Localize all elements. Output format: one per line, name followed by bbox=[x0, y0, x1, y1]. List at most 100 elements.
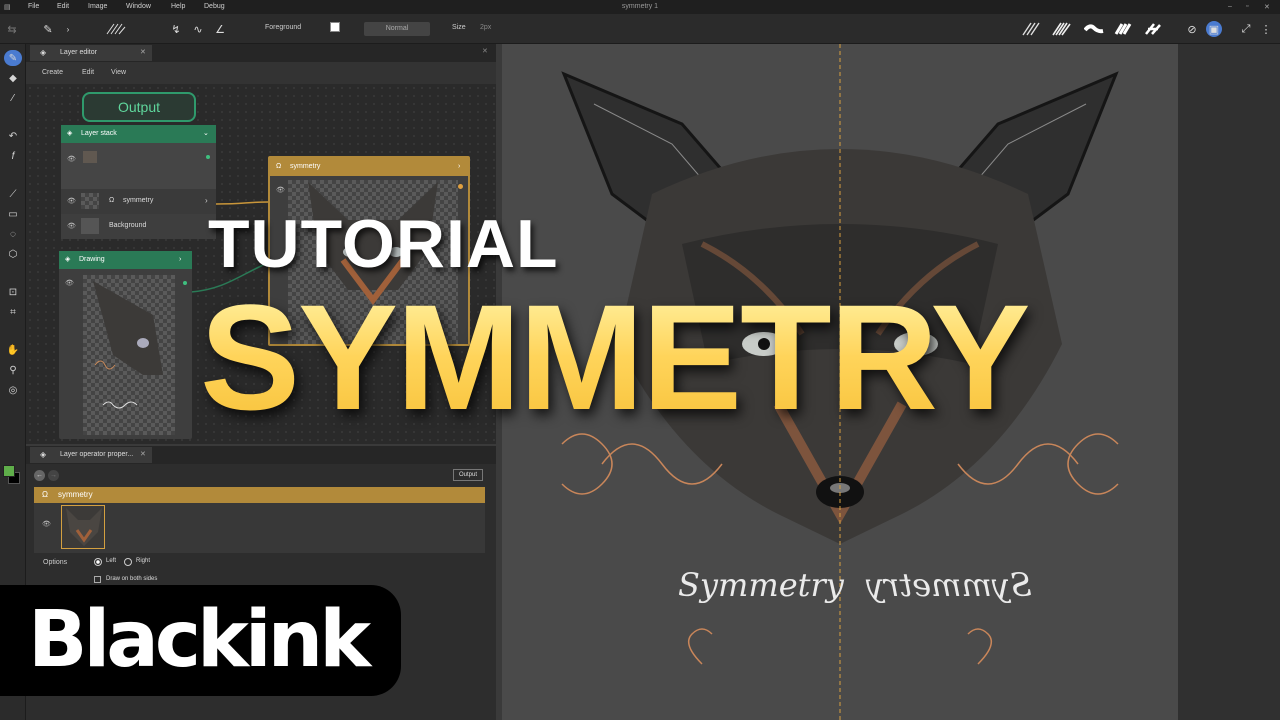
app-icon[interactable]: ▤ bbox=[4, 3, 11, 11]
minimize-icon[interactable]: – bbox=[1228, 3, 1232, 10]
maximize-icon[interactable]: ▫ bbox=[1246, 3, 1248, 10]
forward-icon[interactable]: → bbox=[48, 470, 59, 481]
back-icon[interactable]: ← bbox=[34, 470, 45, 481]
radio-right-label: Right bbox=[136, 558, 151, 564]
script-text-mirrored: Symmetry bbox=[866, 566, 1032, 604]
chevron-right-icon[interactable]: › bbox=[458, 158, 460, 176]
brush-preset-icon[interactable] bbox=[106, 21, 126, 37]
drawing-node[interactable]: ◈ Drawing › 👁 bbox=[59, 251, 192, 439]
eye-icon[interactable]: 👁 bbox=[67, 197, 76, 205]
layer-stack-top-area: 👁 bbox=[61, 143, 216, 189]
eye-icon[interactable]: 👁 bbox=[67, 222, 76, 230]
foreground-color-swatch[interactable] bbox=[3, 465, 15, 477]
connector-dot[interactable] bbox=[206, 155, 210, 159]
magic-select-icon[interactable]: ⬡ bbox=[3, 246, 23, 262]
pen-pressure-icon[interactable]: ↯ bbox=[168, 21, 184, 37]
brush-icon[interactable]: ✎ bbox=[40, 21, 56, 37]
layer-editor-menubar: Create Edit View bbox=[26, 62, 496, 84]
blend-mode-select[interactable]: Normal bbox=[364, 22, 430, 36]
hand-tool-icon[interactable]: ✋ bbox=[3, 342, 23, 358]
chevron-right-icon[interactable]: › bbox=[205, 196, 208, 205]
angle-icon[interactable]: ∠ bbox=[212, 21, 228, 37]
radio-left-label: Left bbox=[106, 558, 117, 564]
rotate-view-icon[interactable]: ⤢ bbox=[1238, 21, 1254, 37]
close-window-icon[interactable]: ✕ bbox=[1264, 3, 1270, 11]
menu-window[interactable]: Window bbox=[126, 3, 151, 10]
half-fox-thumbnail-icon bbox=[93, 281, 163, 409]
chevron-right-icon[interactable]: › bbox=[60, 21, 76, 37]
layer-stack-node[interactable]: ◈ Layer stack ⌄ 👁 👁 Ω symmetry › 👁 Backg… bbox=[61, 125, 216, 239]
smudge-tool-icon[interactable]: ↶ bbox=[3, 128, 23, 144]
eye-icon[interactable]: 👁 bbox=[65, 279, 74, 287]
menu-create[interactable]: Create bbox=[42, 69, 63, 76]
window-title: symmetry 1 bbox=[621, 3, 659, 10]
color-swatch-icon[interactable] bbox=[330, 22, 340, 32]
output-button[interactable]: Output bbox=[453, 469, 483, 481]
eraser-tool-icon[interactable]: ◆ bbox=[3, 70, 23, 86]
layer-thumbnail bbox=[83, 151, 97, 163]
eye-icon[interactable]: 👁 bbox=[67, 155, 76, 163]
eye-icon[interactable]: 👁 bbox=[276, 186, 285, 194]
output-node[interactable]: Output bbox=[82, 92, 196, 122]
connector-dot[interactable] bbox=[183, 281, 187, 285]
radio-right[interactable] bbox=[124, 558, 132, 566]
transform-tool-icon[interactable]: ⊡ bbox=[3, 284, 23, 300]
menu-image[interactable]: Image bbox=[88, 3, 107, 10]
menu-file[interactable]: File bbox=[28, 3, 39, 10]
zoom-tool-icon[interactable]: ⚲ bbox=[3, 362, 23, 378]
chevron-right-icon[interactable]: › bbox=[179, 251, 181, 269]
menu-debug[interactable]: Debug bbox=[204, 3, 225, 10]
tab-layer-editor[interactable]: ◈ Layer editor ✕ bbox=[30, 45, 152, 61]
menu-help[interactable]: Help bbox=[171, 3, 185, 10]
brush-preset-4-icon[interactable] bbox=[1114, 21, 1134, 37]
menu-view[interactable]: View bbox=[111, 69, 126, 76]
close-tab-icon[interactable]: ✕ bbox=[140, 447, 146, 463]
eraser-mode-icon[interactable]: ⊘ bbox=[1184, 21, 1200, 37]
crop-tool-icon[interactable]: ⌗ bbox=[3, 304, 23, 320]
foreground-label: Foreground bbox=[265, 24, 302, 31]
close-panel-icon[interactable]: ✕ bbox=[482, 47, 488, 55]
fox-thumbnail-icon bbox=[66, 508, 102, 546]
smoothing-icon[interactable]: ∿ bbox=[190, 21, 206, 37]
size-label: Size bbox=[452, 24, 466, 31]
eye-icon[interactable]: 👁 bbox=[42, 520, 51, 528]
symmetry-node-title: symmetry bbox=[290, 163, 321, 170]
close-tab-icon[interactable]: ✕ bbox=[140, 45, 146, 61]
connector-dot[interactable] bbox=[458, 184, 463, 189]
brush-preset-5-icon[interactable] bbox=[1144, 21, 1164, 37]
menu-layer-edit[interactable]: Edit bbox=[82, 69, 94, 76]
chevron-down-icon[interactable]: ⌄ bbox=[203, 125, 209, 143]
draw-both-sides-checkbox[interactable] bbox=[94, 576, 101, 583]
rect-select-icon[interactable]: ▭ bbox=[3, 206, 23, 222]
canvas-view-icon[interactable]: ▣ bbox=[1206, 21, 1222, 37]
drawing-node-header[interactable]: ◈ Drawing › bbox=[59, 251, 192, 269]
settings-icon[interactable]: ⋮ bbox=[1258, 21, 1274, 37]
blackink-logo: Blackink bbox=[0, 585, 401, 696]
color-picker-icon[interactable]: ◎ bbox=[3, 382, 23, 398]
script-text-left: Symmetry bbox=[678, 566, 844, 604]
fx-tool-icon[interactable]: f bbox=[3, 148, 23, 164]
radio-left[interactable] bbox=[94, 558, 102, 566]
tab-layer-operator-properties[interactable]: ◈ Layer operator proper... ✕ bbox=[30, 447, 152, 463]
properties-header-title: symmetry bbox=[58, 490, 93, 499]
brush-tool-icon[interactable]: ✎ bbox=[4, 50, 22, 66]
brand-name: Blackink bbox=[28, 595, 371, 685]
layer-name: Background bbox=[109, 222, 147, 229]
symmetry-icon: Ω bbox=[276, 163, 282, 170]
eyedropper-tool-icon[interactable]: ⁄ bbox=[3, 90, 23, 106]
menu-edit[interactable]: Edit bbox=[57, 3, 69, 10]
properties-tab-icon: ◈ bbox=[40, 450, 47, 459]
menubar: ▤ File Edit Image Window Help Debug symm… bbox=[0, 0, 1280, 14]
layer-row-background[interactable]: 👁 Background bbox=[61, 214, 216, 239]
undo-arrows-icon[interactable]: ⇆ bbox=[4, 21, 20, 37]
brush-preset-1-icon[interactable] bbox=[1022, 21, 1042, 37]
layer-stack-header[interactable]: ◈ Layer stack ⌄ bbox=[61, 125, 216, 143]
layer-row-symmetry[interactable]: 👁 Ω symmetry › bbox=[61, 189, 216, 214]
draw-both-sides-label: Draw on both sides bbox=[106, 576, 158, 582]
brush-preset-3-icon[interactable] bbox=[1084, 21, 1104, 37]
symmetry-node-header[interactable]: Ω symmetry › bbox=[270, 158, 468, 176]
line-tool-icon[interactable]: ⟋ bbox=[3, 186, 23, 202]
lasso-tool-icon[interactable]: ◌ bbox=[3, 226, 23, 242]
size-value[interactable]: 2px bbox=[480, 24, 491, 31]
brush-preset-2-icon[interactable] bbox=[1052, 21, 1072, 37]
